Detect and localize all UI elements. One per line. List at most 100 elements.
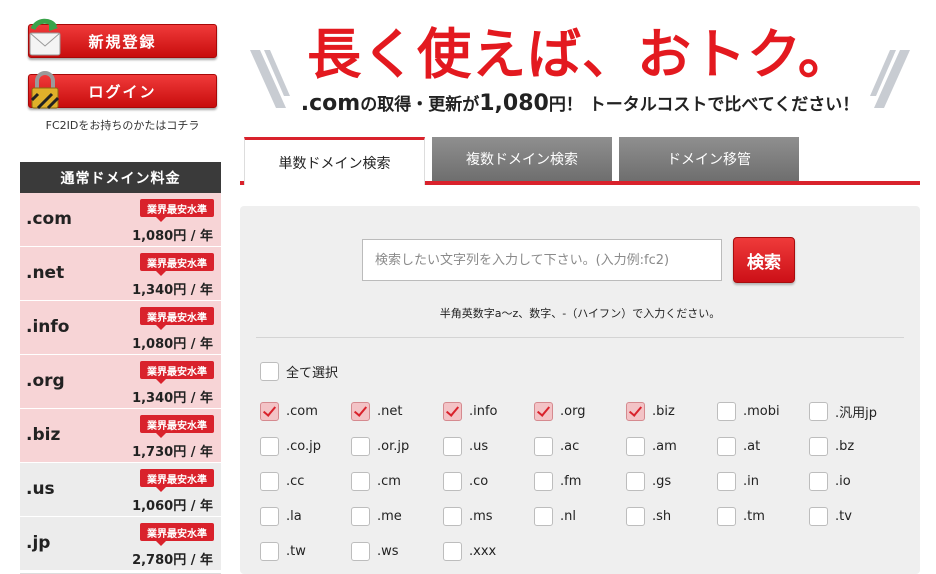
tld-checkbox-label: .la (286, 509, 302, 524)
price-tld: .biz (26, 425, 61, 445)
tld-checkbox-box[interactable] (809, 472, 828, 491)
tld-checkbox-box[interactable] (534, 472, 553, 491)
tld-checkbox[interactable]: .gs (626, 472, 671, 491)
tld-checkbox-label: .cm (377, 474, 401, 489)
tld-checkbox[interactable]: .bz (809, 437, 854, 456)
tab-single-domain-search[interactable]: 単数ドメイン検索 (244, 137, 425, 185)
tld-checkbox[interactable]: .com (260, 402, 318, 421)
tld-checkbox-label: .mobi (743, 404, 780, 419)
tld-checkbox-box[interactable] (626, 402, 645, 421)
tld-checkbox-box[interactable] (626, 437, 645, 456)
tld-checkbox[interactable]: .nl (534, 507, 576, 526)
tld-checkbox[interactable]: .am (626, 437, 677, 456)
tab-multiple-domain-search[interactable]: 複数ドメイン検索 (432, 137, 612, 181)
register-button[interactable]: 新規登録 (28, 18, 217, 58)
tld-checkbox[interactable]: .org (534, 402, 585, 421)
tld-checkbox-box[interactable] (809, 507, 828, 526)
tld-checkbox-box[interactable] (534, 437, 553, 456)
tld-checkbox-label: .or.jp (377, 439, 410, 454)
tld-checkbox-box[interactable] (351, 437, 370, 456)
tld-checkbox-label: .gs (652, 474, 672, 489)
tld-checkbox-box[interactable] (351, 402, 370, 421)
tld-checkbox[interactable]: .net (351, 402, 402, 421)
tld-checkbox[interactable]: .or.jp (351, 437, 409, 456)
tld-checkbox[interactable]: .mobi (717, 402, 780, 421)
lowest-price-badge: 業界最安水準 (140, 253, 214, 276)
tld-checkbox[interactable]: .tv (809, 507, 852, 526)
tld-checkbox-label: .biz (652, 404, 675, 419)
tld-checkbox-label: .at (743, 439, 761, 454)
tld-checkbox[interactable]: .tm (717, 507, 765, 526)
tld-checkbox-box[interactable] (717, 472, 736, 491)
padlock-icon (30, 71, 60, 110)
tld-checkbox[interactable]: .info (443, 402, 498, 421)
tld-checkbox[interactable]: .la (260, 507, 302, 526)
tld-checkbox-label: .fm (560, 474, 582, 489)
select-all-label: 全て選択 (286, 366, 339, 381)
tld-checkbox-box[interactable] (626, 507, 645, 526)
tld-checkbox-box[interactable] (260, 507, 279, 526)
domain-search-input[interactable] (362, 239, 722, 281)
login-button[interactable]: ログイン (28, 71, 217, 110)
divider (256, 337, 904, 338)
tld-checkbox[interactable]: .tw (260, 542, 306, 561)
price-table: 通常ドメイン料金 .com 業界最安水準 1,080円 / 年 .net 業界最安水準 1… (20, 162, 221, 574)
tld-checkbox[interactable]: .co (443, 472, 488, 491)
tld-checkbox[interactable]: .in (717, 472, 759, 491)
tld-checkbox-box[interactable] (717, 402, 736, 421)
tld-checkbox[interactable]: .io (809, 472, 851, 491)
tld-checkbox-box[interactable] (717, 507, 736, 526)
search-button[interactable]: 検索 (733, 237, 795, 283)
tld-checkbox-box[interactable] (443, 507, 462, 526)
tld-checkbox[interactable]: .sh (626, 507, 671, 526)
fc2-id-note[interactable]: FC2IDをお持ちのかたはコチラ (28, 117, 217, 133)
tld-checkbox-box[interactable] (351, 542, 370, 561)
tld-checkbox[interactable]: .cm (351, 472, 401, 491)
tld-checkbox-box[interactable] (534, 507, 553, 526)
price-row: .us 業界最安水準 1,060円 / 年 (20, 463, 221, 517)
banner-headline: 長く使えば、おトク。 (307, 23, 853, 86)
price-value: 1,080円 / 年 (132, 229, 213, 244)
tld-checkbox-box[interactable] (351, 472, 370, 491)
price-value: 1,340円 / 年 (132, 283, 213, 298)
tld-checkbox[interactable]: .biz (626, 402, 675, 421)
tld-checkbox-box[interactable] (443, 472, 462, 491)
tld-checkbox[interactable]: .ms (443, 507, 493, 526)
tld-checkbox-box[interactable] (443, 437, 462, 456)
tld-checkbox-box[interactable] (626, 472, 645, 491)
tld-checkbox-box[interactable] (443, 542, 462, 561)
tld-checkbox[interactable]: .汎用jp (809, 402, 877, 421)
tld-checkbox-label: .ms (469, 509, 493, 524)
tld-checkbox-label: .tm (743, 509, 765, 524)
tld-checkbox-label: .ws (377, 544, 399, 559)
select-all-checkbox[interactable]: 全て選択 (260, 362, 338, 381)
tld-checkbox[interactable]: .me (351, 507, 402, 526)
tld-checkbox-box[interactable] (534, 402, 553, 421)
tld-checkbox-box[interactable] (260, 472, 279, 491)
tld-checkbox[interactable]: .fm (534, 472, 581, 491)
tld-checkbox-box[interactable] (260, 437, 279, 456)
tld-checkbox[interactable]: .ws (351, 542, 399, 561)
tld-checkbox-label: .bz (835, 439, 855, 454)
lowest-price-badge: 業界最安水準 (140, 307, 214, 330)
tld-checkbox-box[interactable] (260, 402, 279, 421)
select-all-box[interactable] (260, 362, 279, 381)
tld-checkbox-box[interactable] (809, 437, 828, 456)
tld-checkbox-box[interactable] (351, 507, 370, 526)
tld-checkbox[interactable]: .co.jp (260, 437, 321, 456)
tld-checkbox[interactable]: .cc (260, 472, 304, 491)
tld-checkbox[interactable]: .at (717, 437, 760, 456)
tab-domain-transfer[interactable]: ドメイン移管 (619, 137, 799, 181)
tld-checkbox-box[interactable] (717, 437, 736, 456)
tld-checkbox[interactable]: .us (443, 437, 488, 456)
tld-checkbox-label: .org (560, 404, 586, 419)
tld-checkbox-box[interactable] (809, 402, 828, 421)
tld-checkbox-label: .nl (560, 509, 576, 524)
tld-checkbox-box[interactable] (260, 542, 279, 561)
tld-checkbox-label: .net (377, 404, 403, 419)
tld-checkbox-box[interactable] (443, 402, 462, 421)
price-row: .org 業界最安水準 1,340円 / 年 (20, 355, 221, 409)
lowest-price-badge: 業界最安水準 (140, 415, 214, 438)
tld-checkbox[interactable]: .ac (534, 437, 579, 456)
tld-checkbox[interactable]: .xxx (443, 542, 496, 561)
